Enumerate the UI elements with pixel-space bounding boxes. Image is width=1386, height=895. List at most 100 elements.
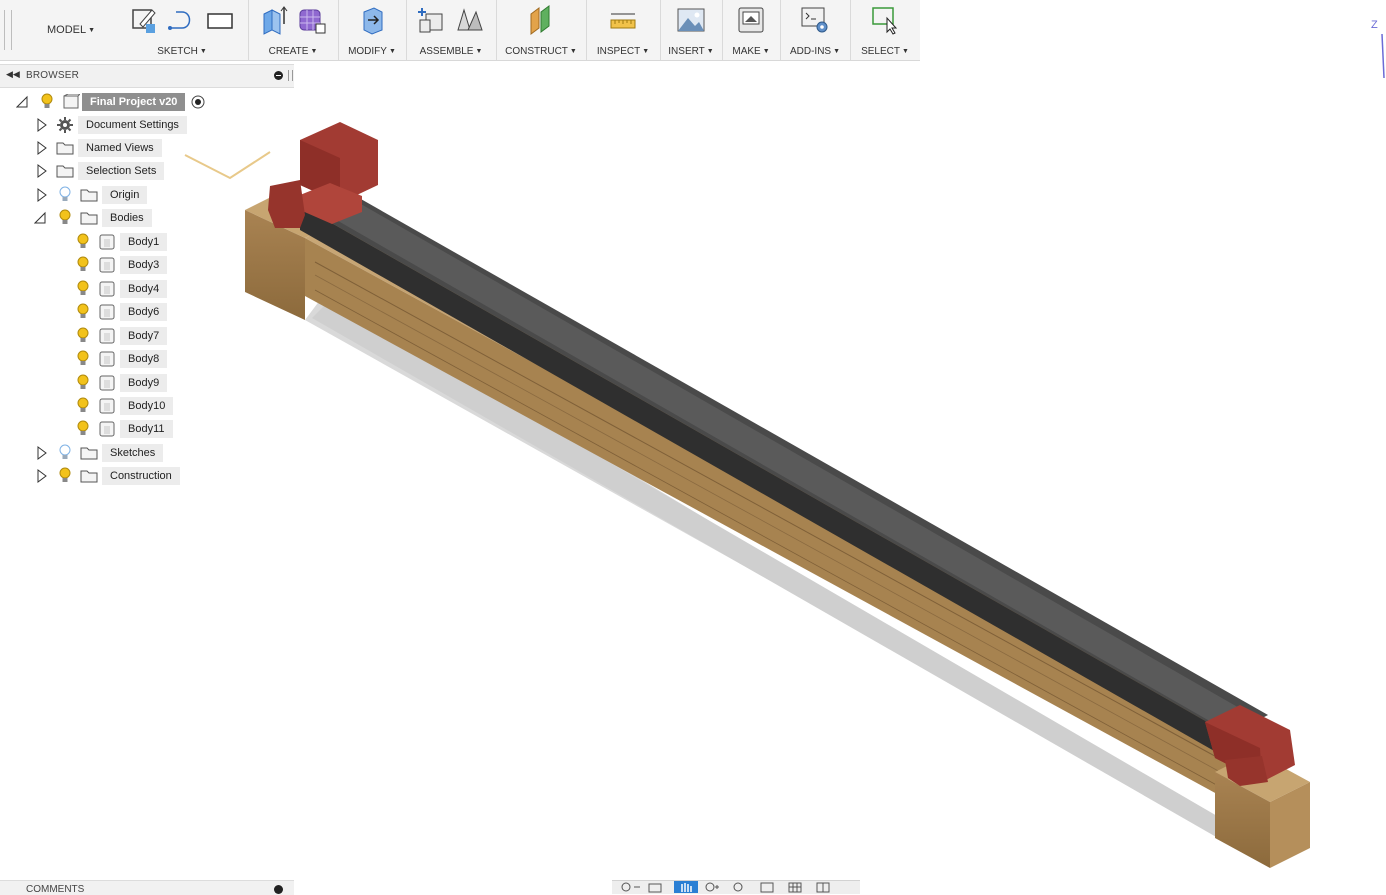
display-settings-icon[interactable] <box>758 881 782 893</box>
visibility-bulb-off-icon[interactable] <box>58 444 72 462</box>
visibility-bulb-icon[interactable] <box>58 467 72 485</box>
expand-triangle-icon[interactable] <box>36 118 48 132</box>
press-pull-icon[interactable] <box>356 4 388 36</box>
workspace-switcher[interactable]: MODEL ▼ <box>28 0 114 60</box>
rectangle-icon[interactable] <box>204 4 236 36</box>
tree-item-origin[interactable]: Origin <box>0 185 294 205</box>
construct-label: CONSTRUCT <box>505 46 568 57</box>
visibility-bulb-icon[interactable] <box>76 374 90 392</box>
view-cube[interactable]: Z <box>1368 14 1386 84</box>
toolbar-group-create[interactable]: CREATE ▼ <box>248 0 339 60</box>
tree-item-body[interactable]: Body8 <box>0 349 294 369</box>
create-label: CREATE <box>268 46 309 57</box>
offset-plane-icon[interactable] <box>525 4 557 36</box>
toolbar-group-insert[interactable]: INSERT ▼ <box>660 0 723 60</box>
make-label: MAKE <box>732 46 761 57</box>
zoom-window-icon[interactable] <box>730 881 754 893</box>
tree-item-bodies[interactable]: Bodies <box>0 208 294 228</box>
toolbar-group-sketch[interactable]: SKETCH ▼ <box>116 0 249 60</box>
toolbar-label-make[interactable]: MAKE ▼ <box>722 46 780 57</box>
collapse-triangle-icon[interactable] <box>16 95 28 109</box>
beam-groove-line <box>314 261 1223 761</box>
visibility-bulb-icon[interactable] <box>40 93 54 111</box>
toolbar-label-sketch[interactable]: SKETCH ▼ <box>116 46 248 57</box>
new-component-icon[interactable] <box>416 4 448 36</box>
toolbar-label-create[interactable]: CREATE ▼ <box>248 46 338 57</box>
expand-triangle-icon[interactable] <box>36 188 48 202</box>
comments-panel[interactable]: COMMENTS <box>0 880 294 895</box>
select-label: SELECT <box>861 46 900 57</box>
expand-triangle-icon[interactable] <box>36 141 48 155</box>
visibility-bulb-icon[interactable] <box>76 256 90 274</box>
tree-root[interactable]: Final Project v20 <box>0 92 294 112</box>
toolbar-group-select[interactable]: SELECT ▼ <box>850 0 920 60</box>
gear-icon <box>57 117 73 133</box>
toolbar-label-construct[interactable]: CONSTRUCT ▼ <box>496 46 586 57</box>
toolbar-label-insert[interactable]: INSERT ▼ <box>660 46 722 57</box>
pin-icon[interactable] <box>274 71 283 80</box>
beam-groove-line <box>314 274 1223 774</box>
3d-print-icon[interactable] <box>735 4 767 36</box>
toolbar-label-inspect[interactable]: INSPECT ▼ <box>586 46 660 57</box>
orbit-icon[interactable] <box>618 881 642 893</box>
visibility-bulb-icon[interactable] <box>76 303 90 321</box>
expand-triangle-icon[interactable] <box>36 469 48 483</box>
grid-settings-icon[interactable] <box>786 881 810 893</box>
tree-item-construction[interactable]: Construction <box>0 466 294 486</box>
joint-icon[interactable] <box>454 4 486 36</box>
extrude-icon[interactable] <box>258 4 290 36</box>
create-sketch-icon[interactable] <box>128 4 160 36</box>
form-icon[interactable] <box>296 4 328 36</box>
toolbar-group-construct[interactable]: CONSTRUCT ▼ <box>496 0 587 60</box>
tree-item-body[interactable]: Body10 <box>0 396 294 416</box>
visibility-bulb-icon[interactable] <box>76 327 90 345</box>
visibility-bulb-icon[interactable] <box>76 280 90 298</box>
tree-item-document-settings[interactable]: Document Settings <box>0 115 294 135</box>
scripts-addins-icon[interactable] <box>799 4 831 36</box>
activate-radio-icon[interactable] <box>191 95 205 109</box>
toolbar-label-select[interactable]: SELECT ▼ <box>850 46 920 57</box>
tree-item-named-views[interactable]: Named Views <box>0 138 294 158</box>
toolbar-group-modify[interactable]: MODIFY ▼ <box>338 0 407 60</box>
folder-icon <box>80 470 98 483</box>
tree-item-selection-sets[interactable]: Selection Sets <box>0 161 294 181</box>
tree-item-body[interactable]: Body9 <box>0 373 294 393</box>
expand-triangle-icon[interactable] <box>36 446 48 460</box>
pan-icon[interactable] <box>674 881 698 893</box>
line-icon[interactable] <box>166 4 198 36</box>
tree-item-body[interactable]: Body7 <box>0 326 294 346</box>
look-at-icon[interactable] <box>646 881 670 893</box>
zoom-icon[interactable] <box>702 881 726 893</box>
tree-item-body[interactable]: Body11 <box>0 419 294 439</box>
viewports-icon[interactable] <box>814 881 838 893</box>
collapse-triangle-icon[interactable] <box>34 211 46 225</box>
folder-icon <box>80 212 98 225</box>
tree-item-body[interactable]: Body3 <box>0 255 294 275</box>
visibility-bulb-icon[interactable] <box>58 209 72 227</box>
toolbar-group-make[interactable]: MAKE ▼ <box>722 0 781 60</box>
toolbar-group-inspect[interactable]: INSPECT ▼ <box>586 0 661 60</box>
pin-icon[interactable] <box>274 885 283 894</box>
toolbar-group-assemble[interactable]: ASSEMBLE ▼ <box>406 0 497 60</box>
tree-item-sketches[interactable]: Sketches <box>0 443 294 463</box>
visibility-bulb-icon[interactable] <box>76 397 90 415</box>
visibility-bulb-icon[interactable] <box>76 233 90 251</box>
toolbar-label-modify[interactable]: MODIFY ▼ <box>338 46 406 57</box>
select-icon[interactable] <box>869 4 901 36</box>
visibility-bulb-icon[interactable] <box>76 420 90 438</box>
visibility-bulb-icon[interactable] <box>76 350 90 368</box>
visibility-bulb-off-icon[interactable] <box>58 186 72 204</box>
tree-item-body[interactable]: Body6 <box>0 302 294 322</box>
insert-image-icon[interactable] <box>675 4 707 36</box>
panel-splitter[interactable] <box>288 70 293 81</box>
toolbar-label-assemble[interactable]: ASSEMBLE ▼ <box>406 46 496 57</box>
tree-item-label: Body6 <box>120 303 168 321</box>
tree-item-body[interactable]: Body4 <box>0 279 294 299</box>
expand-triangle-icon[interactable] <box>36 164 48 178</box>
toolbar-grip[interactable] <box>4 10 12 50</box>
tree-item-body[interactable]: Body1 <box>0 232 294 252</box>
collapse-panel-icon[interactable]: ◀◀ <box>6 69 20 80</box>
toolbar-group-addins[interactable]: ADD-INS ▼ <box>780 0 851 60</box>
toolbar-label-addins[interactable]: ADD-INS ▼ <box>780 46 850 57</box>
measure-icon[interactable] <box>607 4 639 36</box>
